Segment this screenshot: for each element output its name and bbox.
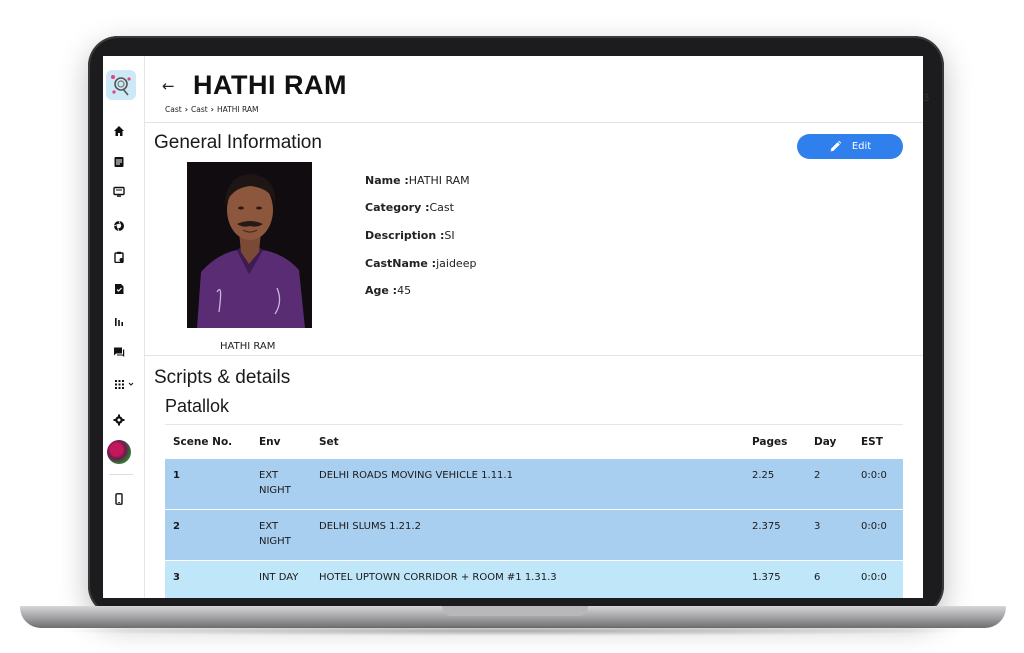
column-header-pages[interactable]: Pages [752,435,787,450]
sidebar [103,56,145,598]
info-key: Name : [365,174,409,187]
home-icon[interactable] [112,124,126,138]
info-key: CastName : [365,257,437,270]
cell-day: 6 [814,572,821,583]
app-logo[interactable] [106,70,136,100]
pencil-icon [830,140,842,152]
user-avatar[interactable] [107,440,131,464]
laptop-shadow [40,626,986,636]
info-castname-row: CastName :jaideep [365,257,476,270]
breadcrumb-item[interactable]: Cast [165,105,182,114]
info-value: HATHI RAM [408,174,470,187]
info-key: Category : [365,201,430,214]
phone-icon[interactable] [112,492,126,506]
clipboard-icon[interactable] [112,250,126,264]
info-age-row: Age :45 [365,284,411,297]
cell-day: 2 [814,470,821,481]
cell-scene: 2 [173,521,180,532]
grid-icon[interactable] [112,377,138,391]
cell-est: 0:0:0 [861,470,887,481]
general-info-title: General Information [154,132,322,153]
column-header-set[interactable]: Set [319,435,339,450]
section-divider [144,355,923,356]
script-name: Patallok [165,396,230,416]
scripts-section-title: Scripts & details [154,367,291,388]
table-row[interactable]: 3 INT DAY HOTEL UPTOWN CORRIDOR + ROOM #… [165,561,903,598]
chat-icon[interactable] [112,345,126,359]
cell-pages: 2.375 [752,521,781,532]
breadcrumb-item[interactable]: Cast [191,105,208,114]
column-header-env[interactable]: Env [259,435,281,450]
info-key: Age : [365,284,398,297]
cell-set: DELHI SLUMS 1.21.2 [319,521,421,532]
monitor-icon[interactable] [112,185,126,199]
info-name-row: Name :HATHI RAM [365,174,470,187]
info-value: SI [444,229,455,242]
camera-aperture-icon[interactable] [112,219,126,233]
sidebar-divider [109,474,133,475]
breadcrumb: Cast › Cast › HATHI RAM [165,105,258,114]
info-value: 45 [397,284,412,297]
lollipop-logo-icon [111,75,131,96]
cell-pages: 2.25 [752,470,775,481]
cell-pages: 1.375 [752,572,781,583]
info-value: jaideep [436,257,477,270]
scenes-table: Scene No. Env Set Pages Day EST 1 EXT NI… [165,424,903,598]
breadcrumb-separator-icon: › [184,105,188,114]
edge-text: 3 [923,92,930,104]
cell-env: EXT NIGHT [259,521,291,547]
column-header-scene[interactable]: Scene No. [173,435,232,450]
breadcrumb-separator-icon: › [210,105,214,114]
table-row[interactable]: 2 EXT NIGHT DELHI SLUMS 1.21.2 2.375 3 0… [165,510,903,561]
document-icon[interactable] [112,155,126,169]
table-header: Scene No. Env Set Pages Day EST [165,424,903,459]
cell-day: 3 [814,521,821,532]
cell-scene: 3 [173,572,180,583]
page-header: ← HATHI RAM Cast › Cast › HATHI RAM [144,56,923,123]
cell-est: 0:0:0 [861,572,887,583]
file-check-icon[interactable] [112,282,126,296]
cell-set: DELHI ROADS MOVING VEHICLE 1.11.1 [319,470,513,481]
cast-photo [187,162,312,328]
table-row[interactable]: 1 EXT NIGHT DELHI ROADS MOVING VEHICLE 1… [165,459,903,510]
gear-icon[interactable] [112,413,126,427]
cell-est: 0:0:0 [861,521,887,532]
cell-env: INT DAY [259,572,299,583]
cell-set: HOTEL UPTOWN CORRIDOR + ROOM #1 1.31.3 [319,572,557,583]
cell-scene: 1 [173,470,180,481]
app-screen: ← HATHI RAM Cast › Cast › HATHI RAM Gene… [103,56,923,598]
column-header-day[interactable]: Day [814,435,836,450]
page-title: HATHI RAM [193,70,347,100]
edit-button[interactable]: Edit [797,134,903,159]
laptop-notch [442,606,588,616]
info-description-row: Description :SI [365,229,455,242]
cell-env: EXT NIGHT [259,470,291,496]
bar-chart-icon[interactable] [112,314,126,328]
back-arrow-icon[interactable]: ← [162,77,175,95]
breadcrumb-current: HATHI RAM [216,105,259,114]
column-header-est[interactable]: EST [861,435,883,450]
info-value: Cast [429,201,454,214]
photo-caption: HATHI RAM [220,341,276,352]
info-category-row: Category :Cast [365,201,454,214]
edit-button-label: Edit [851,141,872,152]
info-key: Description : [365,229,445,242]
